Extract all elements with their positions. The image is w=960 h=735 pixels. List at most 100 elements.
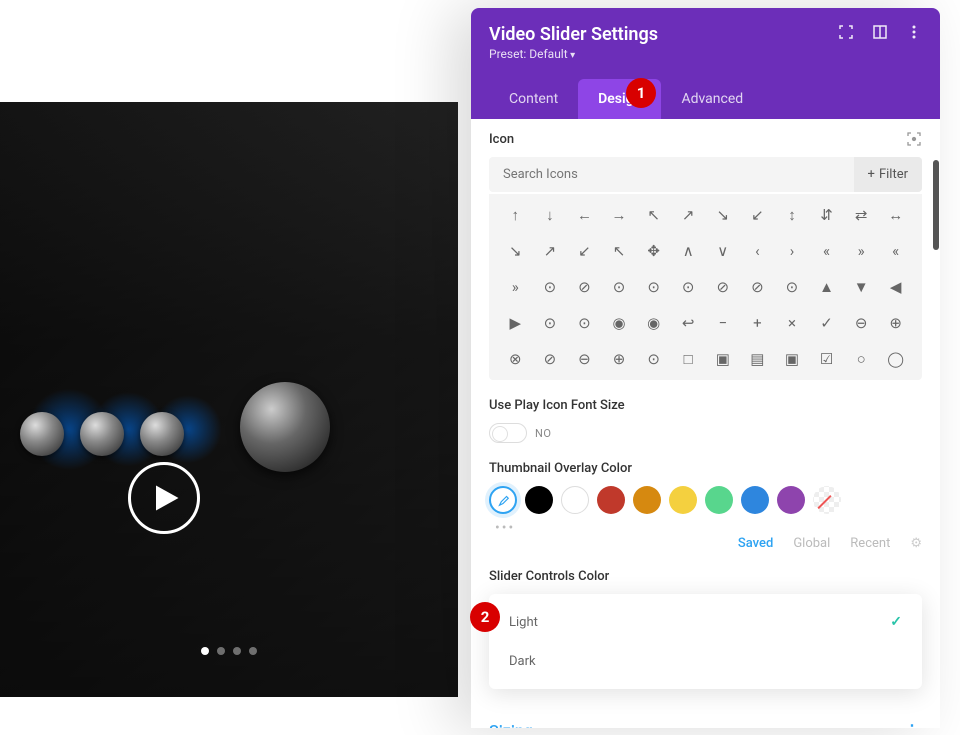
menu-dots-icon[interactable] [906, 24, 922, 40]
icon-option[interactable]: ↙ [570, 240, 599, 262]
slide-dot[interactable] [217, 647, 225, 655]
icon-option[interactable]: ▤ [743, 348, 772, 370]
color-tab-saved[interactable]: Saved [738, 536, 773, 551]
icon-option[interactable]: ↑ [501, 204, 530, 226]
toggle-value: NO [535, 427, 551, 440]
icon-option[interactable]: « [881, 240, 910, 262]
play-icon-size-toggle[interactable] [489, 423, 527, 443]
icon-option[interactable]: ↙ [743, 204, 772, 226]
icon-option[interactable]: ∨ [709, 240, 738, 262]
filter-button[interactable]: + Filter [854, 157, 922, 192]
icon-option[interactable]: ⊙ [536, 276, 565, 298]
color-picker-button[interactable] [489, 486, 517, 514]
color-swatch[interactable] [633, 486, 661, 514]
icon-option[interactable]: ∧ [674, 240, 703, 262]
more-colors-icon[interactable]: ••• [489, 520, 922, 536]
color-swatch-none[interactable] [813, 486, 841, 514]
icon-option[interactable]: ⊙ [536, 312, 565, 334]
icon-option[interactable]: ✓ [812, 312, 841, 334]
icon-option[interactable]: « [812, 240, 841, 262]
color-tab-global[interactable]: Global [793, 536, 830, 551]
sizing-section-header[interactable]: Sizing ⋮ [489, 707, 922, 728]
icon-option[interactable]: × [778, 312, 807, 334]
play-button[interactable] [128, 462, 200, 534]
icon-option[interactable]: ⊙ [639, 276, 668, 298]
color-swatch[interactable] [597, 486, 625, 514]
icon-option[interactable]: ⊗ [501, 348, 530, 370]
icon-option[interactable]: ↖ [639, 204, 668, 226]
icon-option[interactable]: + [743, 312, 772, 334]
icon-option[interactable]: ⊙ [605, 276, 634, 298]
callout-badge: 1 [626, 78, 656, 108]
icon-option[interactable]: ↖ [605, 240, 634, 262]
layout-icon[interactable] [872, 24, 888, 40]
icon-option[interactable]: ⊕ [605, 348, 634, 370]
icon-option[interactable]: » [847, 240, 876, 262]
preset-dropdown[interactable]: Preset: Default [489, 47, 922, 61]
color-settings-icon[interactable]: ⚙ [910, 536, 922, 551]
tab-content[interactable]: Content [489, 79, 578, 119]
icon-option[interactable]: ▶ [501, 312, 530, 334]
icon-option[interactable]: → [605, 204, 634, 226]
icon-option[interactable]: ✥ [639, 240, 668, 262]
icon-option[interactable]: ⊘ [570, 276, 599, 298]
icon-option[interactable]: ⊕ [881, 312, 910, 334]
icon-option[interactable]: ↔ [881, 204, 910, 226]
color-swatch[interactable] [669, 486, 697, 514]
icon-option[interactable]: ⊘ [536, 348, 565, 370]
icon-option[interactable]: ▣ [709, 348, 738, 370]
icon-option[interactable]: ↗ [674, 204, 703, 226]
dropdown-option[interactable]: Light✓ [489, 602, 922, 642]
icon-option[interactable]: ⊙ [570, 312, 599, 334]
color-swatch[interactable] [561, 486, 589, 514]
focus-icon[interactable] [838, 24, 854, 40]
slider-pagination[interactable] [0, 647, 458, 655]
icon-option[interactable]: □ [674, 348, 703, 370]
responsive-icon[interactable] [906, 131, 922, 147]
icon-option[interactable]: › [778, 240, 807, 262]
icon-option[interactable]: ▲ [812, 276, 841, 298]
icon-option[interactable]: ⊖ [847, 312, 876, 334]
icon-option[interactable]: ○ [847, 348, 876, 370]
color-swatch[interactable] [777, 486, 805, 514]
icon-option[interactable]: ◀ [881, 276, 910, 298]
icon-option[interactable]: ⇵ [812, 204, 841, 226]
icon-option[interactable]: ◉ [605, 312, 634, 334]
icon-option[interactable]: ⇄ [847, 204, 876, 226]
icon-option[interactable]: ▼ [847, 276, 876, 298]
slide-dot[interactable] [201, 647, 209, 655]
icon-option[interactable]: ↘ [501, 240, 530, 262]
icon-option[interactable]: ↩ [674, 312, 703, 334]
dropdown-option[interactable]: Dark [489, 642, 922, 681]
icon-option[interactable]: » [501, 276, 530, 298]
tab-advanced[interactable]: Advanced [661, 79, 763, 119]
icon-option[interactable]: ☑ [812, 348, 841, 370]
icon-option[interactable]: ‹ [743, 240, 772, 262]
icon-option[interactable]: ↓ [536, 204, 565, 226]
preview-decor [240, 382, 330, 472]
slide-dot[interactable] [249, 647, 257, 655]
icon-option[interactable]: − [709, 312, 738, 334]
scrollbar[interactable] [933, 160, 939, 250]
play-icon-size-label: Use Play Icon Font Size [489, 398, 625, 413]
search-icons-input[interactable] [489, 157, 854, 192]
icon-option[interactable]: ← [570, 204, 599, 226]
color-swatch[interactable] [741, 486, 769, 514]
icon-option[interactable]: ◉ [639, 312, 668, 334]
color-swatch[interactable] [705, 486, 733, 514]
color-swatch[interactable] [525, 486, 553, 514]
icon-option[interactable]: ⊖ [570, 348, 599, 370]
icon-option[interactable]: ▣ [778, 348, 807, 370]
icon-option[interactable]: ⊙ [674, 276, 703, 298]
icon-option[interactable]: ↘ [709, 204, 738, 226]
section-menu-icon[interactable]: ⋮ [904, 721, 922, 728]
color-tab-recent[interactable]: Recent [850, 536, 890, 551]
icon-option[interactable]: ⊙ [778, 276, 807, 298]
icon-option[interactable]: ◯ [881, 348, 910, 370]
icon-option[interactable]: ⊘ [743, 276, 772, 298]
icon-option[interactable]: ↕ [778, 204, 807, 226]
slide-dot[interactable] [233, 647, 241, 655]
icon-option[interactable]: ⊘ [709, 276, 738, 298]
icon-option[interactable]: ⊙ [639, 348, 668, 370]
icon-option[interactable]: ↗ [536, 240, 565, 262]
